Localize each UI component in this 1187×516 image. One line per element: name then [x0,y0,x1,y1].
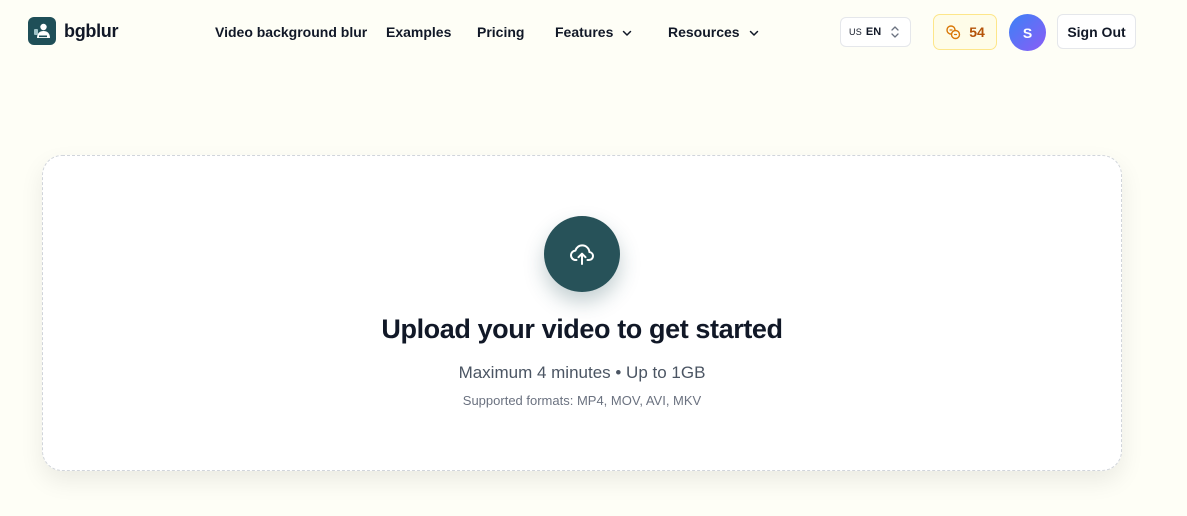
brand-name: bgblur [64,20,119,41]
brand-logo-link[interactable]: bgblur [28,17,118,45]
nav-link-label: Features [555,24,614,40]
nav-link-label: Examples [386,24,452,40]
top-navbar: bgblur Video background blur Examples Pr… [0,0,1187,64]
credits-count: 54 [969,24,985,40]
chevron-down-icon [623,30,632,36]
bgblur-logo-icon [28,17,56,45]
upload-title: Upload your video to get started [381,314,783,344]
cloud-upload-icon [570,244,594,265]
upload-limits-text: Maximum 4 minutes • Up to 1GB [458,363,706,382]
language-code: EN [865,26,882,38]
coins-icon [946,25,961,40]
nav-link-label: Resources [668,24,740,40]
nav-link-label: Video background blur [215,24,368,40]
nav-link-examples[interactable]: Examples [386,22,451,42]
flag-us-icon: US [849,27,862,37]
upload-dropzone[interactable]: Upload your video to get started Maximum… [42,155,1122,471]
upload-button[interactable] [544,216,620,292]
avatar-initial: S [1022,24,1033,41]
chevron-up-down-icon [891,26,899,38]
user-avatar[interactable]: S [1009,14,1046,51]
nav-link-video-background-blur[interactable]: Video background blur [215,22,367,42]
credits-badge[interactable]: 54 [933,14,997,50]
nav-link-label: Pricing [477,24,525,40]
nav-link-pricing[interactable]: Pricing [477,22,524,42]
language-select[interactable]: US EN [840,17,911,47]
sign-out-button[interactable]: Sign Out [1057,14,1136,49]
supported-formats-text: Supported formats: MP4, MOV, AVI, MKV [462,393,702,408]
nav-dropdown-resources[interactable]: Resources [668,22,760,42]
chevron-down-icon [749,30,758,36]
nav-dropdown-features[interactable]: Features [555,22,633,42]
